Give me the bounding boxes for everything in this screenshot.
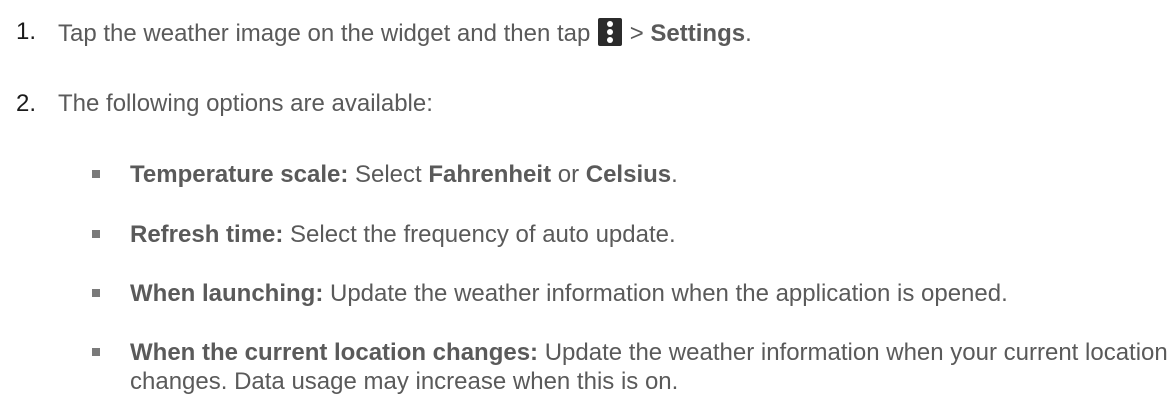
option-label: Refresh time: <box>130 221 284 248</box>
option-text: When launching: Update the weather infor… <box>130 279 1170 308</box>
more-vertical-icon <box>598 18 623 46</box>
celsius-label: Celsius <box>585 161 672 188</box>
option-label: Temperature scale: <box>130 161 349 188</box>
option-text: Refresh time: Select the frequency of au… <box>130 220 1170 249</box>
step-text-part: Tap the weather image on the widget and … <box>58 20 591 47</box>
step-text-part: . <box>745 20 752 47</box>
step-text-part: > <box>623 20 651 47</box>
option-text-part: or <box>551 161 586 188</box>
option-label: When launching: <box>130 280 324 307</box>
fahrenheit-label: Fahrenheit <box>428 161 552 188</box>
bullet-icon <box>92 170 100 178</box>
option-text: Temperature scale: Select Fahrenheit or … <box>130 160 1170 189</box>
option-text: When the current location changes: Updat… <box>130 338 1170 396</box>
option-text-part: . <box>671 161 678 188</box>
step-text: Tap the weather image on the widget and … <box>58 18 752 48</box>
step-number: 1. <box>16 18 37 45</box>
bullet-icon <box>92 230 100 238</box>
option-text-part: Select <box>348 161 429 188</box>
bullet-icon <box>92 289 100 297</box>
step-number: 2. <box>16 90 37 117</box>
option-label: When the current location changes: <box>130 339 539 366</box>
bullet-icon <box>92 348 100 356</box>
settings-label: Settings <box>650 20 746 47</box>
option-description: Select the frequency of auto update. <box>283 221 676 248</box>
option-description: Update the weather information when the … <box>323 280 1008 307</box>
step-text: The following options are available: <box>58 90 433 117</box>
